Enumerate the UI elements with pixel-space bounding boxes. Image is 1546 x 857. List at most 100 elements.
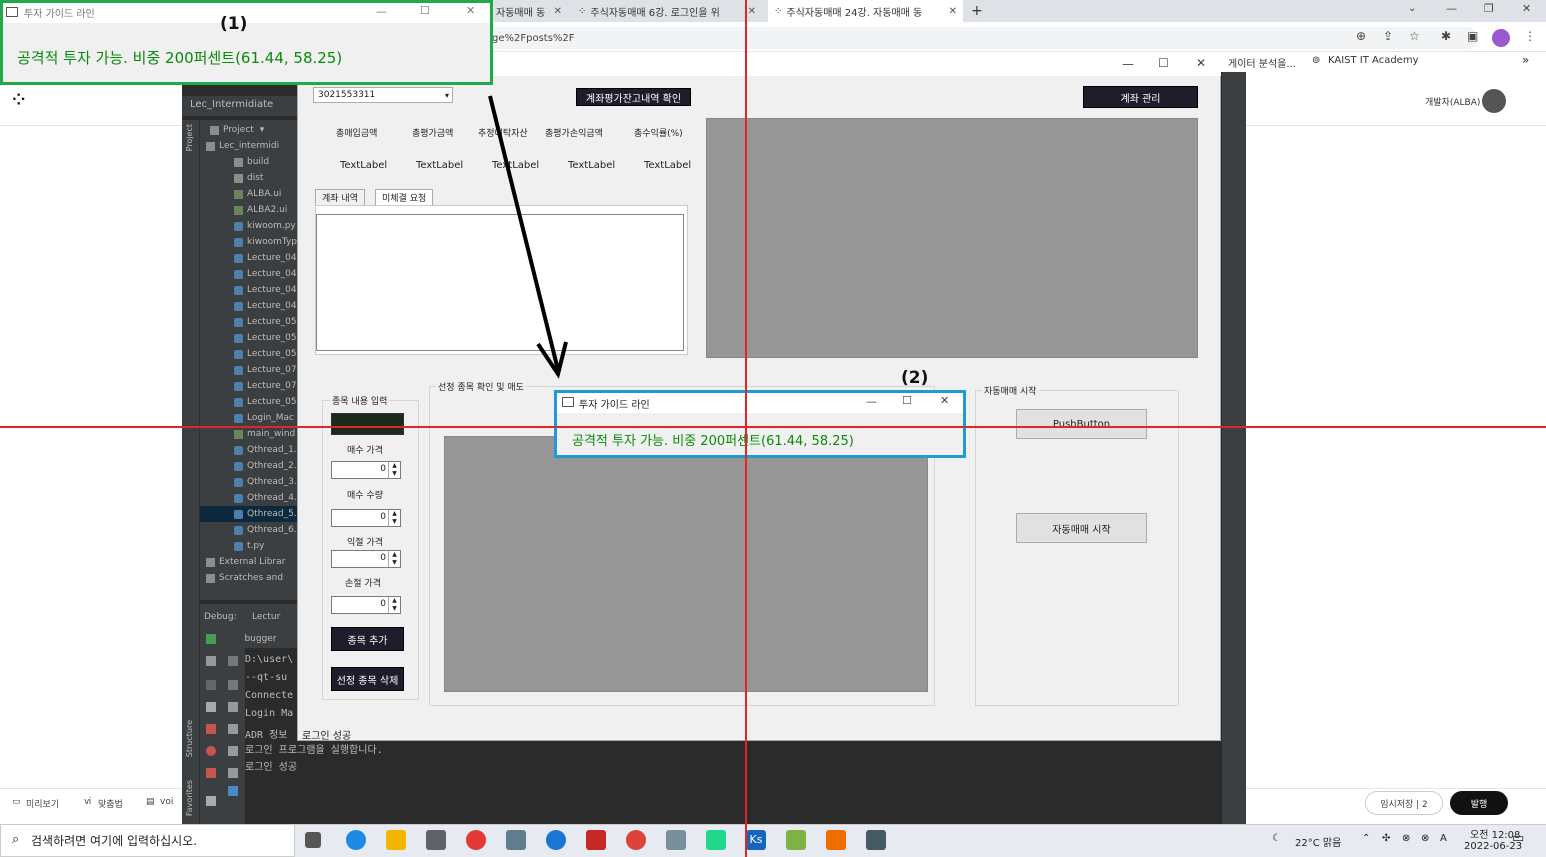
debug-run-tab[interactable]: Lectur — [252, 612, 280, 622]
zoom-icon[interactable]: ⊕ — [1356, 29, 1366, 43]
tab-search-icon[interactable]: ⌄ — [1408, 3, 1416, 14]
loss-price-spinbox[interactable]: 0 ▲ ▼ — [331, 596, 401, 614]
favorites-toolwindow-tab[interactable]: Favorites — [185, 780, 194, 816]
mute-breakpoints-icon[interactable] — [206, 768, 216, 778]
notification-icon[interactable]: ▭ — [1512, 831, 1524, 846]
ide-breadcrumb[interactable]: Lec_Intermidiate — [182, 96, 297, 116]
extensions-icon[interactable]: ✱ — [1441, 29, 1451, 43]
rerun-icon[interactable] — [206, 634, 216, 644]
preview-button[interactable]: 미리보기 — [26, 797, 59, 810]
spellcheck-button[interactable]: 맞춤법 — [98, 797, 123, 810]
project-tree-item[interactable]: Lecture_05 — [200, 346, 297, 362]
stop-icon[interactable] — [206, 724, 216, 734]
python-console-icon[interactable] — [228, 786, 238, 796]
delete-stock-button[interactable]: 선정 종목 삭제 — [331, 667, 404, 691]
weather-text[interactable]: 22°C 맑음 — [1295, 834, 1341, 849]
sort-icon[interactable] — [228, 724, 238, 734]
print-icon[interactable] — [228, 746, 238, 756]
spin-arrows-icon[interactable]: ▲ ▼ — [388, 510, 400, 526]
close-icon[interactable]: ✕ — [1522, 2, 1531, 15]
project-tree-item[interactable]: Lecture_05 — [200, 330, 297, 346]
temp-save-button[interactable]: 임시저장 | 2 — [1365, 791, 1443, 815]
add-stock-button[interactable]: 종목 추가 — [331, 627, 404, 651]
maximize-icon[interactable]: ☐ — [420, 4, 430, 17]
pause-icon[interactable] — [206, 702, 216, 712]
pycharm-icon[interactable] — [706, 830, 726, 850]
bookmarks-more[interactable]: » — [1522, 53, 1529, 67]
project-tree-item[interactable]: kiwoom.py — [200, 218, 296, 234]
check-balance-button[interactable]: 계좌평가잔고내역 확인 — [576, 88, 691, 106]
account-combobox[interactable]: 3021553311 ▾ — [313, 87, 453, 103]
project-tree-item[interactable]: Lecture_05 — [200, 394, 297, 410]
publish-button[interactable]: 발행 — [1450, 791, 1508, 815]
minimize-icon[interactable]: — — [1446, 2, 1457, 15]
task-view-icon[interactable] — [305, 832, 321, 848]
spin-arrows-icon[interactable]: ▲ ▼ — [388, 551, 400, 567]
close-icon[interactable]: ✕ — [943, 6, 957, 17]
project-tree-item[interactable]: Lecture_05 — [200, 314, 297, 330]
chat-app-icon[interactable] — [786, 830, 806, 850]
app-icon[interactable] — [666, 830, 686, 850]
project-tree-item[interactable]: t.py — [200, 538, 264, 554]
browser-tab-active[interactable]: ⁘ 주식자동매매 24강. 자동매매 동 ✕ — [768, 0, 963, 22]
taskbar-search-input[interactable]: 검색하려면 여기에 입력하십시오. — [0, 824, 295, 857]
project-tree-item[interactable]: dist — [200, 170, 263, 186]
minimize-icon[interactable]: — — [866, 395, 877, 408]
account-manage-button[interactable]: 계좌 관리 — [1083, 86, 1198, 108]
profile-avatar[interactable] — [1492, 29, 1510, 47]
project-tree-item[interactable]: Lecture_07 — [200, 362, 297, 378]
stock-name-input[interactable] — [331, 413, 404, 435]
selected-stocks-table[interactable] — [444, 436, 928, 692]
browser-tab[interactable]: ⁘ 주식자동매매 6강. 로그인을 위 ✕ — [572, 0, 762, 22]
user-avatar[interactable] — [1482, 89, 1506, 113]
project-tree-item[interactable]: Scratches and — [200, 570, 283, 586]
project-tree-item[interactable]: Lecture_07 — [200, 378, 297, 394]
bookmark-item[interactable]: KAIST IT Academy — [1328, 55, 1419, 66]
address-bar[interactable]: ge%2Fposts%2F — [488, 27, 1478, 49]
music-app-icon[interactable] — [466, 830, 486, 850]
project-tree-item[interactable]: Lecture_04 — [200, 266, 297, 282]
profit-price-spinbox[interactable]: 0 ▲ ▼ — [331, 550, 401, 568]
project-tree-item[interactable]: ALBA2.ui — [200, 202, 287, 218]
step-up-icon[interactable] — [228, 656, 238, 666]
project-tree-item[interactable]: Login_Mac — [200, 410, 294, 426]
tab-unfilled-orders[interactable]: 미체결 요청 — [375, 189, 434, 205]
bottom-bar-label[interactable]: voi — [160, 797, 173, 807]
project-tree-item[interactable]: Qthread_3. — [200, 474, 297, 490]
share-icon[interactable]: ⇪ — [1383, 29, 1393, 43]
spin-arrows-icon[interactable]: ▲ ▼ — [388, 597, 400, 613]
frames-icon[interactable] — [228, 702, 238, 712]
project-tree-item[interactable]: kiwoomTyp — [200, 234, 297, 250]
app-icon[interactable] — [586, 830, 606, 850]
site-logo[interactable]: ⁘ — [12, 90, 25, 109]
kiwoom-icon[interactable]: Ks — [746, 830, 766, 850]
project-tree-item[interactable]: Lecture_04 — [200, 298, 297, 314]
settings-icon[interactable] — [206, 656, 216, 666]
close-icon[interactable]: ✕ — [742, 6, 756, 17]
tray-app-icon[interactable]: ⊗ — [1421, 833, 1429, 844]
tray-app-icon[interactable]: ⊗ — [1402, 833, 1410, 844]
project-tree-item[interactable]: Lecture_04 — [200, 250, 297, 266]
project-tree-item[interactable]: Qthread_1. — [200, 442, 297, 458]
project-tree-item[interactable]: Lecture_04 — [200, 282, 297, 298]
project-tree-item[interactable]: Qthread_4. — [200, 490, 297, 506]
minimize-icon[interactable]: — — [376, 5, 387, 18]
project-toolwindow-tab[interactable]: Project — [185, 124, 194, 151]
project-tree-item[interactable]: ALBA.ui — [200, 186, 281, 202]
app-icon[interactable] — [506, 830, 526, 850]
star-icon[interactable]: ☆ — [1409, 29, 1420, 43]
resume-icon[interactable] — [206, 680, 216, 690]
tray-expand-icon[interactable]: ⌃ — [1362, 833, 1370, 844]
auto-trade-start-button[interactable]: 자동매매 시작 — [1016, 513, 1147, 543]
project-tree-item[interactable]: main_wind — [200, 426, 295, 442]
project-tree-item[interactable]: Lec_intermidi — [200, 138, 279, 154]
restore-icon[interactable]: ❐ — [1484, 2, 1494, 15]
project-tree-item[interactable]: Qthread_2. — [200, 458, 297, 474]
maximize-icon[interactable]: ☐ — [902, 394, 912, 407]
project-panel-header[interactable]: Project ▾ — [210, 122, 264, 138]
close-icon[interactable]: ✕ — [466, 4, 475, 17]
trash-icon[interactable] — [228, 768, 238, 778]
project-tree-item[interactable]: External Librar — [200, 554, 285, 570]
edge-icon[interactable] — [346, 830, 366, 850]
language-indicator[interactable]: A — [1440, 833, 1447, 844]
